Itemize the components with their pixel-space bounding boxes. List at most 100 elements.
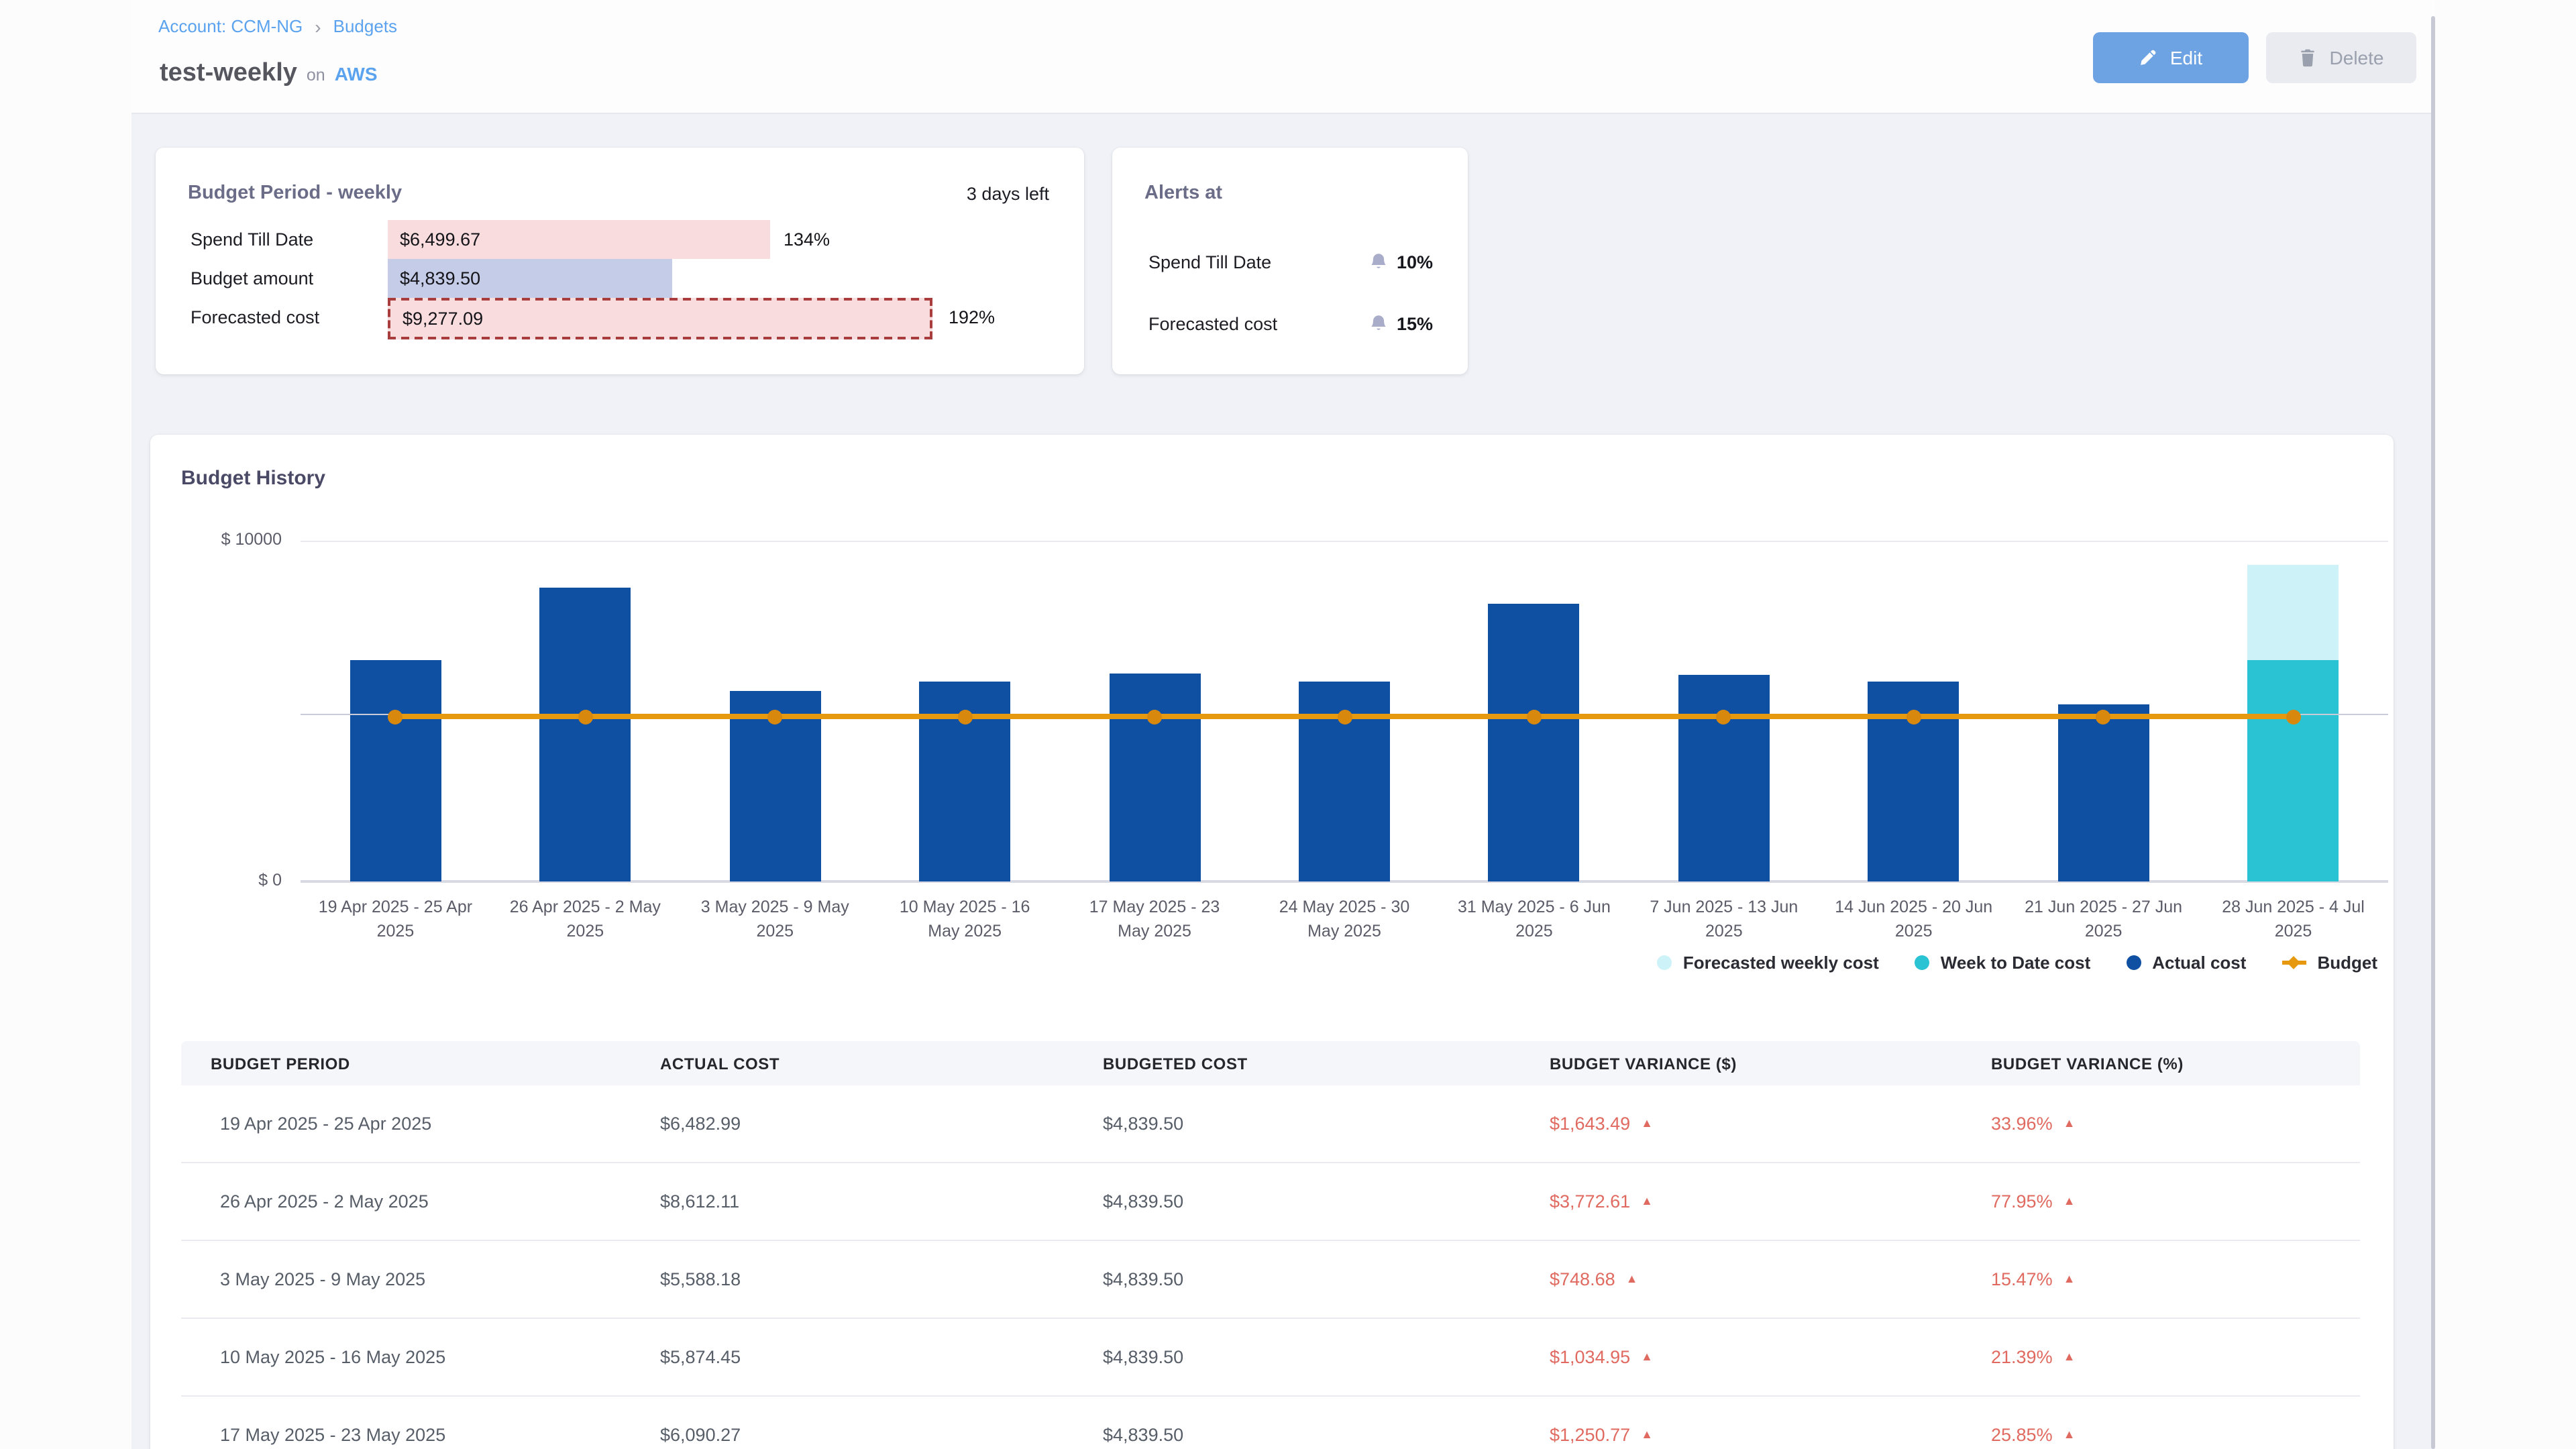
alerts-card-title: Alerts at xyxy=(1144,182,1222,204)
cell-budgeted: $4,839.50 xyxy=(1103,1319,1183,1395)
alert-row-label: Forecasted cost xyxy=(1148,313,1277,333)
alert-threshold-value: 10% xyxy=(1397,252,1433,272)
cell-variance-usd: $1,643.49▲ xyxy=(1550,1085,1653,1162)
variance-up-arrow-icon: ▲ xyxy=(2063,1118,2076,1130)
variance-up-arrow-icon: ▲ xyxy=(2063,1351,2076,1363)
breadcrumb-account-link[interactable]: Account: CCM-NG xyxy=(158,16,303,36)
table-row: 26 Apr 2025 - 2 May 2025 $8,612.11 $4,839.… xyxy=(181,1163,2360,1241)
cell-budgeted: $4,839.50 xyxy=(1103,1397,1183,1449)
alert-row: Spend Till Date 10% xyxy=(1148,231,1433,292)
budget-name: test-weekly xyxy=(160,59,297,89)
on-label: on xyxy=(307,66,325,85)
page-header-band xyxy=(131,0,2435,114)
variance-up-arrow-icon: ▲ xyxy=(1641,1195,1653,1208)
budget-period-rows: Spend Till Date $6,499.67 134%Budget amoun… xyxy=(156,220,1084,354)
budget-history-table: BUDGET PERIOD ACTUAL COST BUDGETED COST BUD… xyxy=(181,1041,2360,1449)
column-header-3: BUDGET VARIANCE ($) xyxy=(1550,1041,1737,1085)
cell-variance-pct: 21.39%▲ xyxy=(1991,1319,2075,1395)
variance-up-arrow-icon: ▲ xyxy=(2063,1429,2076,1441)
cell-actual: $5,588.18 xyxy=(660,1241,741,1318)
bar-percent: 192% xyxy=(949,298,995,337)
cell-budgeted: $4,839.50 xyxy=(1103,1163,1183,1240)
forecasted-weekly-cost-swatch xyxy=(1658,955,1672,970)
budget-history-title: Budget History xyxy=(181,467,325,490)
bar-percent: 134% xyxy=(784,220,830,259)
legend-label: Budget xyxy=(2317,953,2377,973)
cell-period: 19 Apr 2025 - 25 Apr 2025 xyxy=(220,1085,431,1162)
cell-period: 26 Apr 2025 - 2 May 2025 xyxy=(220,1163,429,1240)
pencil-icon xyxy=(2139,48,2158,67)
variance-up-arrow-icon: ▲ xyxy=(1641,1118,1653,1130)
days-left-label: 3 days left xyxy=(967,184,1049,204)
budget-period-card-title: Budget Period - weekly xyxy=(188,182,402,204)
legend-item-actual-cost[interactable]: Actual cost xyxy=(2127,953,2246,973)
legend-item-week-to-date-cost[interactable]: Week to Date cost xyxy=(1915,953,2091,973)
table-body: 19 Apr 2025 - 25 Apr 2025 $6,482.99 $4,839… xyxy=(181,1085,2360,1449)
bell-icon xyxy=(1368,313,1389,333)
variance-up-arrow-icon: ▲ xyxy=(1641,1429,1653,1441)
chart-legend: Forecasted weekly cost Week to Date cost… xyxy=(805,953,2377,973)
trash-icon xyxy=(2299,48,2318,67)
budget-period-row: Budget amount$4,839.50 xyxy=(156,259,1084,298)
column-header-2: BUDGETED COST xyxy=(1103,1041,1248,1085)
cell-variance-usd: $1,250.77▲ xyxy=(1550,1397,1653,1449)
budget-bar: $4,839.50 xyxy=(388,259,672,298)
bar-value: $9,277.09 xyxy=(390,309,483,329)
alerts-rows: Spend Till Date 10% Forecasted cost 15% xyxy=(1148,231,1433,354)
cloud-provider-label: AWS xyxy=(335,63,378,85)
alert-threshold: 10% xyxy=(1368,252,1433,272)
cell-variance-pct: 15.47%▲ xyxy=(1991,1241,2075,1318)
budget-period-card: Budget Period - weekly 3 days left Spend… xyxy=(156,148,1084,374)
table-row: 17 May 2025 - 23 May 2025$6,090.27$4,839… xyxy=(181,1397,2360,1449)
spend-bar: $6,499.67 xyxy=(388,220,770,259)
budget-line-swatch xyxy=(2282,961,2306,965)
legend-label: Week to Date cost xyxy=(1941,953,2091,973)
cell-variance-pct: 33.96%▲ xyxy=(1991,1085,2075,1162)
column-header-1: ACTUAL COST xyxy=(660,1041,780,1085)
actual-cost-swatch xyxy=(2127,955,2141,970)
legend-item-forecasted-weekly-cost[interactable]: Forecasted weekly cost xyxy=(1658,953,1879,973)
column-header-4: BUDGET VARIANCE (%) xyxy=(1991,1041,2184,1085)
chevron-right-icon: › xyxy=(315,17,321,36)
cell-actual: $8,612.11 xyxy=(660,1163,739,1240)
cell-actual: $6,482.99 xyxy=(660,1085,741,1162)
table-header-row: BUDGET PERIOD ACTUAL COST BUDGETED COST BUD… xyxy=(181,1041,2360,1085)
column-header-0: BUDGET PERIOD xyxy=(211,1041,350,1085)
legend-label: Actual cost xyxy=(2152,953,2246,973)
variance-up-arrow-icon: ▲ xyxy=(1626,1273,1638,1285)
cell-period: 3 May 2025 - 9 May 2025 xyxy=(220,1241,425,1318)
breadcrumb-budgets-link[interactable]: Budgets xyxy=(333,16,397,36)
table-row: 3 May 2025 - 9 May 2025$5,588.18$4,839.5… xyxy=(181,1241,2360,1319)
breadcrumb: Account: CCM-NG › Budgets xyxy=(158,16,397,36)
bell-icon xyxy=(1368,252,1389,272)
variance-up-arrow-icon: ▲ xyxy=(1641,1351,1653,1363)
legend-item-budget[interactable]: Budget xyxy=(2282,953,2377,973)
cell-actual: $5,874.45 xyxy=(660,1319,741,1395)
cell-period: 10 May 2025 - 16 May 2025 xyxy=(220,1319,445,1395)
week-to-date-cost-swatch xyxy=(1915,955,1930,970)
delete-button[interactable]: Delete xyxy=(2266,32,2416,83)
budget-period-row: Spend Till Date $6,499.67 134% xyxy=(156,220,1084,259)
cell-variance-pct: 25.85%▲ xyxy=(1991,1397,2075,1449)
variance-up-arrow-icon: ▲ xyxy=(2063,1273,2076,1285)
budget-period-row-label: Spend Till Date xyxy=(191,220,313,259)
table-row: 10 May 2025 - 16 May 2025 $5,874.45 $4,839… xyxy=(181,1319,2360,1397)
alert-row: Forecasted cost 15% xyxy=(1148,292,1433,354)
alerts-card: Alerts at Spend Till Date 10% Forecasted c… xyxy=(1112,148,1468,374)
cell-variance-pct: 77.95%▲ xyxy=(1991,1163,2075,1240)
bar-value: $4,839.50 xyxy=(388,268,480,288)
alert-threshold-value: 15% xyxy=(1397,313,1433,333)
budget-period-row: Forecasted cost$9,277.09192% xyxy=(156,298,1084,337)
edit-button-label: Edit xyxy=(2170,47,2202,68)
table-row: 19 Apr 2025 - 25 Apr 2025 $6,482.99 $4,839… xyxy=(181,1085,2360,1163)
cell-budgeted: $4,839.50 xyxy=(1103,1085,1183,1162)
bar-value: $6,499.67 xyxy=(388,229,480,250)
cell-variance-usd: $3,772.61▲ xyxy=(1550,1163,1653,1240)
legend-label: Forecasted weekly cost xyxy=(1683,953,1879,973)
variance-up-arrow-icon: ▲ xyxy=(2063,1195,2076,1208)
cell-variance-usd: $748.68▲ xyxy=(1550,1241,1638,1318)
edit-button[interactable]: Edit xyxy=(2093,32,2249,83)
delete-button-label: Delete xyxy=(2330,47,2384,68)
alert-row-label: Spend Till Date xyxy=(1148,252,1271,272)
page-scrollbar[interactable] xyxy=(2431,16,2435,1449)
